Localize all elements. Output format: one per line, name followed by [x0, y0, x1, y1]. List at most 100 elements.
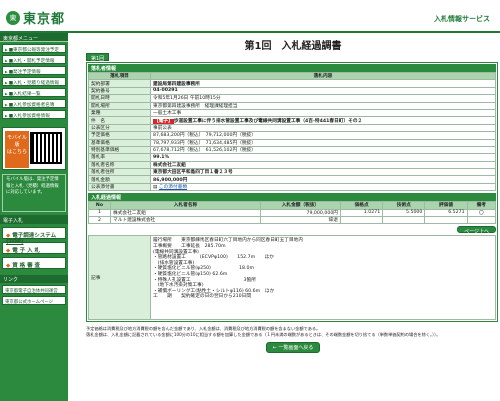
info-key: 予定価格	[88, 131, 151, 140]
column-header: 入札金額（税抜）	[260, 201, 341, 210]
back-to-list-button[interactable]: ← 一覧画面へ戻る	[265, 341, 321, 353]
mobile-sub-label: はこちら	[6, 149, 27, 155]
info-row: 落札者住所 東京都大田区平和島四丁目１番２３号	[88, 168, 496, 177]
sidebar: 東京都メニュー ■東京都公報等発注予定 ■入札・開札予定情報 ■発注予定情報 ■…	[0, 33, 68, 401]
diamond-icon: ◆	[6, 263, 11, 269]
bid-no-cell: 2	[88, 216, 111, 225]
info-value: 株式会社二友組	[150, 160, 496, 170]
info-key: 開札日時	[88, 94, 151, 103]
info-key: 契約部署	[88, 79, 151, 88]
bid-no-cell: 1	[88, 208, 111, 218]
site-title: 入札情報サービス	[434, 15, 490, 23]
bid-table: No 入札者名称 入札金額（税抜） 価格点 技術点 評価値 備考 1 株式会社二友…	[88, 201, 497, 225]
tokyo-emblem-icon: 東	[6, 10, 20, 25]
subject-text: 歩道設置工事に伴う排水管設置工事及び電線共同溝設置工事（4百-特441春日町）そ…	[173, 118, 363, 124]
mobile-label: モバイル版	[6, 135, 27, 148]
procurement-system-link[interactable]: ◆ 電子調達システム(TOP)	[2, 227, 66, 245]
bidder-name-cell: マルト建設株式会社	[110, 216, 261, 225]
info-key: 特別基準価格	[88, 145, 151, 155]
links-title: リンク	[0, 275, 68, 283]
qualification-review-label: 資 格 審 査	[12, 263, 40, 269]
sidebar-item-bid-schedule[interactable]: ■入札・開札予定情報	[2, 55, 66, 64]
eval-value-cell: 6.5271	[424, 208, 468, 218]
remarks-table: 記事 履行場所 東京都練馬区春日町六丁目地内から同区春日町五丁目地内 工事概要 …	[88, 235, 496, 321]
sidebar-menu: ■東京都公報等発注予定 ■入札・開札予定情報 ■発注予定情報 ■入札・見積り経過…	[0, 42, 68, 123]
table-row: 1 株式会社二友組 79,000,000円 1.0271 5.5000 6.5271 〇	[88, 208, 497, 218]
footnote: 予定価格は消費税及び地方消費税の額を含んだ金額であり、入札金額は、消費税及び地方…	[86, 326, 441, 338]
info-row: 落札者名称 株式会社二友組	[88, 160, 496, 170]
info-row: 開札日時 令和5年1月26日 午前10時15分	[88, 94, 496, 103]
info-row: 業種 一般土木工事	[88, 108, 496, 118]
tokyo-official-link[interactable]: 東京都公式ホームページ	[2, 296, 66, 305]
column-header: 落札内容	[150, 71, 496, 81]
info-value: 一般土木工事	[150, 108, 496, 118]
bid-amount-cell: 79,000,000円	[260, 208, 341, 218]
main-content: 第1回 入札経過調書 第1回 落札者情報 落札項目 落札内容 契約部署 建設局第四…	[86, 33, 500, 353]
sidebar-item-bid-results[interactable]: ■入札結果一覧	[2, 88, 66, 97]
info-row: 契約番号 04-00291	[88, 86, 496, 96]
results-frame: 落札者情報 落札項目 落札内容 契約部署 建設局第四建設事務所 契約番号 04-002…	[86, 62, 498, 323]
column-header: 価格点	[339, 201, 384, 210]
mobile-badge: モバイル版 はこちら	[5, 131, 29, 168]
info-row: 落札率 99.1%	[88, 153, 496, 162]
page-top-button[interactable]: ページ上へ	[457, 226, 496, 235]
tokyo-logo[interactable]: 東 東京都	[6, 8, 65, 27]
bid-amount-cell: 辞退	[260, 216, 341, 225]
remark-cell	[466, 216, 497, 225]
info-value: 【電子】歩道設置工事に伴う排水管設置工事及び電線共同溝設置工事（4百-特441春…	[150, 116, 496, 125]
remark-cell: 〇	[466, 208, 497, 218]
sidebar-menu-title: 東京都メニュー	[0, 33, 68, 42]
public-docs-link[interactable]: この添付書類	[159, 185, 187, 190]
sidebar-item-qualification[interactable]: ■入札参加資格情報	[2, 110, 66, 119]
electronic-bid-title: 電子入札	[0, 215, 68, 224]
info-key: 契約番号	[88, 86, 151, 96]
info-value: 78,797,933円（税込） 71,634,485円（税抜）	[150, 138, 496, 147]
column-header: 技術点	[382, 201, 426, 210]
info-key: 開札場所	[88, 101, 151, 110]
info-value: 東京都大田区平和島四丁目１番２３号	[150, 168, 496, 177]
info-key: 落札金額	[88, 175, 151, 184]
page-top-row: ページ上へ	[88, 224, 496, 235]
tab-round-1[interactable]: 第1回	[86, 53, 110, 62]
info-value: 令和5年1月26日 午前10時15分	[150, 94, 496, 103]
info-value: 67,678,712円（税込） 61,526,102円（税抜）	[150, 145, 496, 155]
public-docs-label: 公表添付書	[88, 182, 151, 192]
egov-joint-link[interactable]: 東京都電子自治体共同運営	[2, 285, 66, 294]
info-row: 特別基準価格 67,678,712円（税込） 61,526,102円（税抜）	[88, 145, 496, 155]
table-row: 2 マルト建設株式会社 辞退	[88, 216, 497, 225]
price-score-cell: 1.0271	[339, 208, 384, 218]
qr-code-icon	[30, 132, 62, 164]
bid-progress-heading: 入札経過情報	[88, 193, 496, 202]
electronic-tag: 【電子】	[153, 118, 174, 124]
info-key: 落札者名称	[88, 160, 151, 170]
sidebar-item-qualified-list[interactable]: ■入札参加資格者名簿	[2, 99, 66, 108]
electronic-bid-label: 電 子 入 札	[12, 248, 40, 254]
remarks-label: 記事	[88, 235, 151, 321]
column-header: 備考	[466, 201, 497, 210]
info-key: 落札者住所	[88, 168, 151, 177]
mobile-version-banner[interactable]: モバイル版 はこちら	[2, 127, 66, 170]
winner-info-heading: 落札者情報	[88, 64, 496, 72]
info-key: 落札率	[88, 153, 151, 162]
logo-text: 東京都	[23, 12, 66, 27]
sidebar-item-publication[interactable]: ■東京都公報等発注予定	[2, 44, 66, 53]
remarks-body: 履行場所 東京都練馬区春日町六丁目地内から同区春日町五丁目地内 工事概要 工事延…	[150, 235, 496, 321]
info-row: 件 名【電子】歩道設置工事に伴う排水管設置工事及び電線共同溝設置工事（4百-特4…	[88, 116, 496, 125]
info-row: 落札金額 86,900,000円	[88, 175, 496, 184]
sidebar-item-order-plan[interactable]: ■発注予定情報	[2, 66, 66, 75]
mobile-note: モバイル版は、発注予定情報と入札（見積）経過情報に対応しています。	[2, 174, 66, 212]
qualification-review-link[interactable]: ◆ 資 格 審 査	[2, 257, 66, 269]
bidder-name-cell: 株式会社二友組	[110, 208, 261, 218]
info-value: 86,900,000円	[150, 175, 496, 184]
page-title: 第1回 入札経過調書	[244, 41, 342, 52]
top-header: 東 東京都 入札情報サービス	[0, 0, 500, 33]
info-row: 予定価格 87,683,200円（税込） 79,712,000円（税抜）	[88, 131, 496, 140]
info-key: 公表区分	[88, 123, 151, 133]
back-button-row: ← 一覧画面へ戻る	[86, 341, 500, 353]
info-key: 件 名	[88, 116, 151, 125]
sidebar-item-bid-progress[interactable]: ■入札・見積り経過情報	[2, 77, 66, 86]
info-row: 基準価格 78,797,933円（税込） 71,634,485円（税抜）	[88, 138, 496, 147]
info-value: 事前公表	[150, 123, 496, 133]
price-score-cell	[339, 216, 384, 225]
column-header: 評価値	[424, 201, 468, 210]
